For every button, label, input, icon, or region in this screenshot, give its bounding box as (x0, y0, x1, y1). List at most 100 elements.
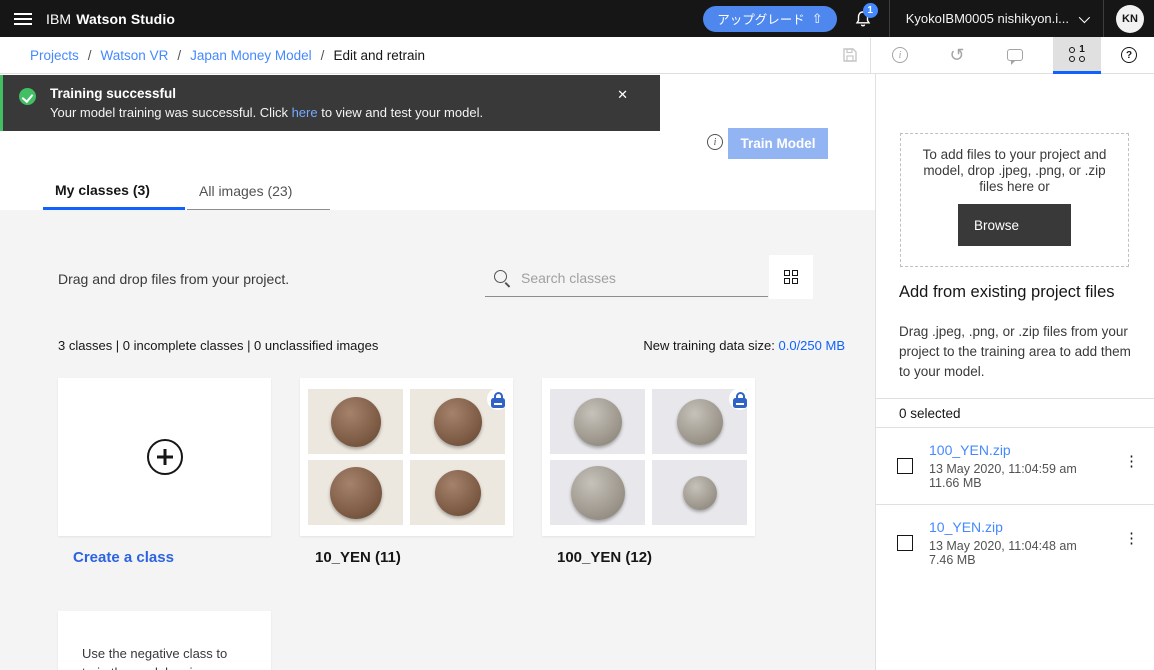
coin-image (570, 465, 625, 520)
negative-class-card[interactable]: Use the negative class to train the mode… (58, 611, 271, 670)
class-card-100-yen[interactable] (542, 378, 755, 536)
tab-all-images[interactable]: All images (23) (187, 172, 330, 210)
header-actions: アップグレード ⇧ 1 KyokoIBM0005 nishikyon.i... … (703, 0, 1154, 37)
coin-thumbnail (550, 389, 645, 454)
grid-view-icon (784, 270, 798, 284)
class-card-10-yen[interactable] (300, 378, 513, 536)
comments-button[interactable] (997, 37, 1033, 73)
info-icon: i (892, 47, 908, 63)
selected-count-bar: 0 selected (876, 398, 1154, 428)
browse-button[interactable]: Browse (958, 204, 1071, 246)
notifications-button[interactable]: 1 (837, 0, 889, 37)
overflow-menu-icon[interactable]: ⋮ (1124, 453, 1139, 471)
save-icon (843, 48, 857, 62)
grid-view-button[interactable] (769, 255, 813, 299)
app-header: IBM Watson Studio アップグレード ⇧ 1 KyokoIBM000… (0, 0, 1154, 37)
training-area: Drag and drop files from your project. 3… (0, 210, 875, 670)
close-notification-button[interactable]: ✕ (617, 88, 628, 101)
breadcrumb-projects[interactable]: Projects (30, 48, 79, 63)
panel-description: Drag .jpeg, .png, or .zip files from you… (899, 324, 1131, 379)
file-row-100-yen-zip: 100_YEN.zip 13 May 2020, 11:04:59 am 11.… (876, 428, 1154, 505)
data-size-label: New training data size: (643, 338, 775, 353)
comment-icon (1007, 49, 1023, 65)
file-dropzone[interactable]: To add files to your project and model, … (900, 133, 1129, 267)
chevron-down-icon (1078, 11, 1091, 23)
breadcrumb-current-page: Edit and retrain (333, 48, 425, 63)
brand-product: Watson Studio (76, 10, 175, 27)
file-date: 13 May 2020, 11:04:48 am (929, 539, 1077, 553)
coin-image (433, 397, 482, 446)
close-icon: ✕ (617, 87, 628, 102)
breadcrumb: Projects / Watson VR / Japan Money Model… (30, 37, 425, 74)
class-label-10-yen: 10_YEN (11) (315, 549, 401, 566)
plus-circle-icon (146, 439, 183, 475)
search-icon (493, 269, 511, 287)
toolbar-divider (870, 38, 871, 73)
file-size: 7.46 MB (929, 553, 976, 567)
search-classes (485, 260, 768, 297)
save-button[interactable] (832, 37, 868, 73)
class-tabs: My classes (3) All images (23) (43, 172, 330, 210)
train-model-button[interactable]: Train Model (728, 128, 828, 159)
tab-my-classes[interactable]: My classes (3) (43, 172, 185, 210)
training-data-view-button[interactable]: 1 (1053, 37, 1101, 74)
breadcrumb-separator: / (320, 48, 325, 63)
brand-ibm: IBM (46, 10, 72, 27)
training-success-notification: Training successful Your model training … (0, 75, 660, 131)
account-menu[interactable]: KyokoIBM0005 nishikyon.i... (890, 0, 1103, 37)
breadcrumb-japan-money-model[interactable]: Japan Money Model (190, 48, 312, 63)
file-checkbox[interactable] (897, 458, 913, 474)
create-class-column: Create a class (58, 378, 271, 566)
upgrade-arrow-icon: ⇧ (811, 11, 823, 26)
coin-image (676, 398, 723, 445)
notification-badge: 1 (862, 3, 878, 18)
view-model-link[interactable]: here (292, 105, 318, 120)
coin-thumbnail (308, 389, 403, 454)
hamburger-menu-icon[interactable] (0, 0, 46, 37)
class-column-10-yen: 10_YEN (11) (300, 378, 513, 566)
file-row-10-yen-zip: 10_YEN.zip 13 May 2020, 11:04:48 am 7.46… (876, 505, 1154, 582)
coin-image (329, 466, 382, 519)
account-name: KyokoIBM0005 nishikyon.i... (905, 11, 1069, 26)
watson-studio-app: IBM Watson Studio アップグレード ⇧ 1 KyokoIBM000… (0, 0, 1154, 670)
coin-image (330, 396, 381, 447)
training-data-size: New training data size: 0.0/250 MB (643, 338, 845, 353)
file-checkbox[interactable] (897, 535, 913, 551)
coin-thumbnail (410, 460, 505, 525)
coin-thumbnail (652, 460, 747, 525)
breadcrumb-watson-vr[interactable]: Watson VR (101, 48, 169, 63)
data-size-value: 0.0/250 MB (778, 338, 846, 353)
panel-heading: Add from existing project files (899, 283, 1115, 301)
coin-thumbnail (550, 460, 645, 525)
breadcrumb-row: Projects / Watson VR / Japan Money Model… (0, 37, 1154, 74)
drag-drop-hint: Drag and drop files from your project. (58, 271, 290, 287)
train-info-icon[interactable]: i (707, 134, 723, 150)
file-link[interactable]: 10_YEN.zip (929, 519, 1003, 535)
create-class-card[interactable] (58, 378, 271, 536)
coin-image (434, 469, 481, 516)
header-divider (1103, 0, 1104, 37)
class-column-100-yen: 100_YEN (12) (542, 378, 755, 566)
avatar[interactable]: KN (1116, 4, 1144, 33)
thumbnail-grid (550, 389, 747, 525)
lock-icon (487, 388, 509, 410)
coin-image (573, 397, 622, 446)
model-info-button[interactable]: i (882, 37, 918, 73)
project-files-panel: To add files to your project and model, … (875, 74, 1154, 670)
help-button[interactable]: ? (1111, 37, 1147, 73)
search-input[interactable] (521, 270, 768, 286)
overflow-menu-icon[interactable]: ⋮ (1124, 530, 1139, 548)
create-class-label[interactable]: Create a class (58, 549, 271, 566)
file-link[interactable]: 100_YEN.zip (929, 442, 1011, 458)
lock-icon (729, 388, 751, 410)
notification-message-text: Your model training was successful. Clic… (50, 105, 292, 120)
breadcrumb-separator: / (177, 48, 182, 63)
breadcrumb-separator: / (87, 48, 92, 63)
negative-class-text: Use the negative class to train the mode… (82, 646, 232, 670)
history-button[interactable]: ↺ (939, 37, 975, 73)
notification-title: Training successful (50, 86, 177, 101)
coin-thumbnail (308, 460, 403, 525)
upgrade-button[interactable]: アップグレード ⇧ (703, 5, 837, 32)
dropzone-text: To add files to your project and model, … (922, 147, 1107, 194)
app-title: IBM Watson Studio (46, 11, 175, 27)
